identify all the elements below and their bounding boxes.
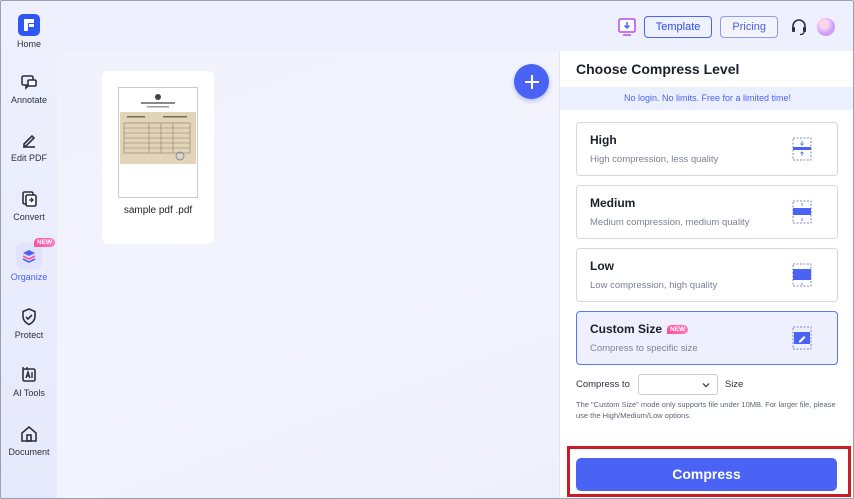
sidebar-item-document[interactable]: Document bbox=[1, 424, 57, 457]
medium-compression-icon bbox=[792, 200, 812, 224]
option-subtitle: Compress to specific size bbox=[590, 343, 698, 354]
pricing-button[interactable]: Pricing bbox=[720, 16, 778, 38]
ai-tools-icon bbox=[22, 367, 36, 382]
template-button[interactable]: Template bbox=[643, 16, 713, 38]
file-card[interactable]: sample pdf .pdf bbox=[102, 71, 214, 244]
support-headset-icon[interactable] bbox=[790, 18, 808, 36]
shield-icon bbox=[22, 308, 36, 326]
sidebar-item-annotate[interactable]: Annotate bbox=[1, 72, 57, 105]
size-select[interactable] bbox=[637, 373, 718, 395]
file-name: sample pdf .pdf bbox=[123, 205, 193, 216]
option-medium[interactable]: Medium Medium compression, medium qualit… bbox=[576, 185, 838, 239]
option-subtitle: Low compression, high quality bbox=[590, 280, 718, 291]
add-file-button[interactable] bbox=[514, 64, 549, 99]
sidebar-item-label: Annotate bbox=[10, 95, 48, 105]
home-logo-icon bbox=[18, 14, 40, 36]
option-subtitle: Medium compression, medium quality bbox=[590, 217, 750, 228]
sidebar-item-edit-pdf[interactable]: Edit PDF bbox=[1, 130, 57, 163]
app-window: Home Annotate Edit PDF Convert NEW Organ… bbox=[0, 0, 854, 499]
topbar-actions: Template Pricing bbox=[617, 16, 835, 38]
sidebar-item-convert[interactable]: Convert bbox=[1, 189, 57, 222]
convert-icon bbox=[22, 191, 37, 207]
compress-panel: Choose Compress Level No login. No limit… bbox=[559, 51, 853, 498]
sidebar-item-label: Document bbox=[8, 447, 50, 457]
avatar[interactable] bbox=[817, 18, 835, 36]
sidebar-item-label: Protect bbox=[14, 330, 44, 340]
option-title: High bbox=[590, 133, 617, 147]
compress-to-label: Compress to bbox=[576, 378, 630, 390]
size-label: Size bbox=[724, 378, 744, 390]
plus-icon bbox=[524, 74, 539, 89]
document-home-icon bbox=[21, 425, 37, 442]
sidebar-item-protect[interactable]: Protect bbox=[1, 307, 57, 340]
option-title: Low bbox=[590, 259, 614, 273]
highlight-box bbox=[567, 446, 851, 497]
sidebar: Home Annotate Edit PDF Convert NEW Organ… bbox=[1, 1, 57, 498]
option-subtitle: High compression, less quality bbox=[590, 154, 719, 165]
option-title: Medium bbox=[590, 196, 636, 210]
sidebar-item-ai-tools[interactable]: AI Tools bbox=[1, 365, 57, 398]
sidebar-item-label: Edit PDF bbox=[10, 153, 47, 163]
download-icon[interactable] bbox=[617, 17, 637, 37]
low-compression-icon bbox=[792, 263, 812, 287]
workspace: sample pdf .pdf bbox=[57, 51, 559, 498]
custom-size-icon bbox=[792, 326, 812, 350]
new-badge: NEW bbox=[667, 325, 689, 335]
new-badge: NEW bbox=[34, 238, 56, 247]
pdf-thumbnail bbox=[118, 87, 198, 198]
option-low[interactable]: Low Low compression, high quality bbox=[576, 248, 838, 302]
sidebar-item-label: Organize bbox=[10, 272, 48, 282]
sidebar-item-organize[interactable]: NEW Organize bbox=[1, 238, 57, 282]
sidebar-item-label: Home bbox=[16, 39, 41, 49]
sidebar-item-label: Convert bbox=[13, 212, 45, 222]
sidebar-item-home[interactable]: Home bbox=[1, 14, 57, 49]
option-title-text: Custom Size bbox=[590, 322, 663, 336]
edit-pdf-icon bbox=[23, 134, 36, 148]
option-title: Custom Size NEW bbox=[590, 322, 689, 336]
custom-size-note: The "Custom Size" mode only supports fil… bbox=[576, 400, 836, 420]
option-high[interactable]: High High compression, less quality bbox=[576, 122, 838, 176]
sidebar-item-label: AI Tools bbox=[13, 388, 45, 398]
option-custom-size[interactable]: Custom Size NEW Compress to specific size bbox=[576, 311, 838, 365]
promo-banner: No login. No limits. Free for a limited … bbox=[560, 87, 853, 110]
panel-title: Choose Compress Level bbox=[576, 61, 740, 77]
chevron-down-icon bbox=[702, 382, 710, 387]
high-compression-icon bbox=[792, 137, 812, 161]
compress-to-row: Compress to Size bbox=[576, 373, 743, 395]
annotate-icon bbox=[21, 75, 37, 90]
